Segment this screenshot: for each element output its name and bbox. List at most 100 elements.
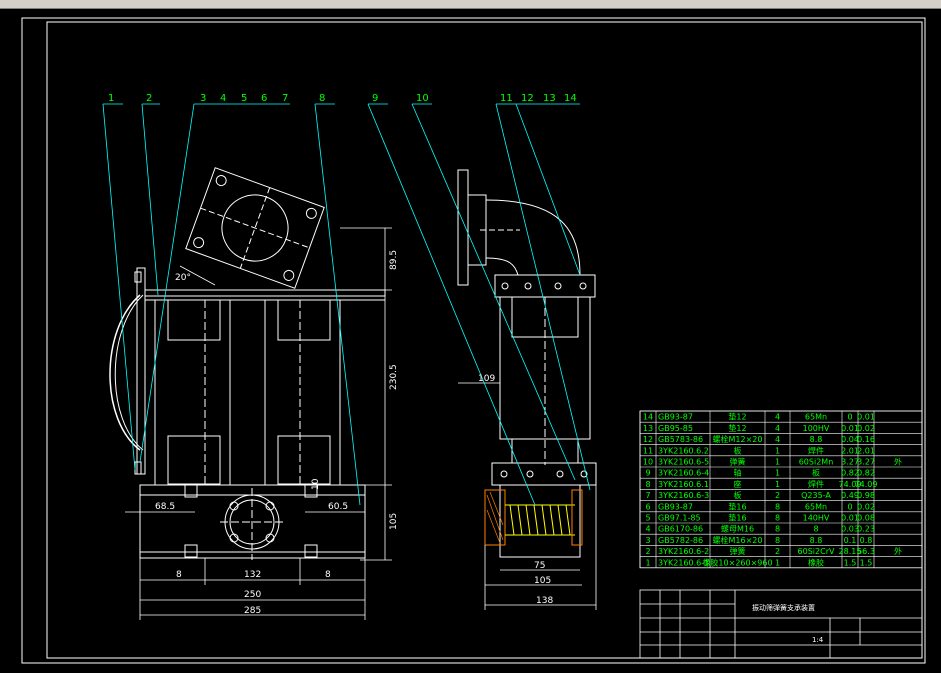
bom-cell-qty: 4	[775, 435, 780, 444]
bom-cell-material: 焊件	[808, 479, 824, 489]
part-label-13: 13	[543, 93, 556, 104]
bom-cell-qty: 1	[775, 446, 780, 455]
dim-left-gap: 8	[176, 570, 182, 580]
leader-lines	[102, 103, 591, 506]
bom-cell-qty: 1	[775, 558, 780, 567]
title-block	[639, 589, 923, 659]
drawing-scale: 1:4	[812, 636, 824, 644]
bom-cell-w2: 0.01	[857, 413, 875, 422]
part-label-3: 3	[200, 93, 206, 104]
cad-drawing: 1 2 3 4 5 6 7 8 9 10 11 12 13 14 20° 89.…	[21, 17, 926, 664]
bom-cell-name: 板	[734, 445, 742, 455]
drawing-title: 振动筛弹簧支承装置	[752, 603, 815, 612]
dim-angle: 20°	[175, 273, 191, 283]
toolbar-segment-2[interactable]	[385, 0, 535, 7]
title-bar	[0, 0, 941, 9]
dim-width-right: 60.5	[328, 502, 348, 512]
part-label-11: 11	[500, 93, 513, 104]
bom-cell-material: 65Mn	[805, 502, 827, 511]
bom-cell-qty: 4	[775, 424, 780, 433]
bom-cell-name: 座	[734, 479, 742, 489]
bom-cell-code: GB93-87	[658, 413, 693, 422]
part-label-9: 9	[372, 93, 378, 104]
bom-cell-w2: 0.23	[857, 525, 875, 534]
bom-cell-no: 2	[645, 547, 650, 556]
dimension-labels: 20° 89.5 230.5 68.5 60.5 105 10 8 132 8 …	[155, 250, 553, 616]
bom-cell-material: 8.8	[810, 536, 823, 545]
bom-cell-no: 4	[645, 525, 650, 534]
bom-cell-code: 3YK2160.6.2	[658, 446, 709, 455]
part-label-5: 5	[241, 93, 247, 104]
bom-cell-w2: 0.82	[857, 469, 875, 478]
part-label-6: 6	[261, 93, 267, 104]
bom-cell-code: 3YK2160.6-4	[658, 469, 709, 478]
dim-main: 230.5	[389, 364, 399, 390]
bom-cell-material: 140HV	[803, 514, 830, 523]
bom-cell-w2: 0.02	[857, 424, 875, 433]
bom-cell-name: 弹簧	[730, 457, 746, 467]
bom-cell-no: 6	[645, 502, 650, 511]
bom-cell-material: 100HV	[803, 424, 830, 433]
bom-cell-material: 板	[812, 468, 820, 478]
bom-cell-code: GB5782-86	[658, 536, 703, 545]
part-label-10: 10	[416, 93, 429, 104]
bom-cell-qty: 8	[775, 502, 780, 511]
bom-cell-name: 垫16	[728, 501, 746, 511]
part-label-14: 14	[564, 93, 577, 104]
bom-cell-material: 65Mn	[805, 413, 827, 422]
dim-width-left: 68.5	[155, 502, 175, 512]
bom-cell-no: 10	[643, 458, 653, 467]
dim-upper: 89.5	[389, 250, 399, 270]
bom-cell-name: 橡胶10×260×960	[702, 557, 772, 567]
bom-cell-w2: 2.01	[857, 446, 875, 455]
bom-cell-name: 垫16	[728, 513, 746, 523]
bom-cell-w2: 74.09	[855, 480, 878, 489]
bom-cell-code: GB93-87	[658, 502, 693, 511]
drawing-canvas[interactable]: 1 2 3 4 5 6 7 8 9 10 11 12 13 14 20° 89.…	[0, 9, 941, 673]
bom-cell-w2: 0.08	[857, 514, 875, 523]
title-block-text: 振动筛弹簧支承装置 1:4	[752, 603, 824, 644]
bom-cell-qty: 1	[775, 458, 780, 467]
bom-cell-w2: 3.27	[857, 458, 875, 467]
bom-cell-code: GB5783-86	[658, 435, 703, 444]
toolbar-segment-1[interactable]	[0, 0, 380, 7]
dim-75: 75	[534, 561, 545, 571]
bom-cell-material: 焊件	[808, 445, 824, 455]
dim-right-gap: 8	[325, 570, 331, 580]
bom-cell-qty: 8	[775, 514, 780, 523]
bom-cell-code: 3YK2160.6.1	[658, 480, 709, 489]
flange-plate	[185, 167, 325, 289]
bom-cell-code: 3YK2160.6-2	[658, 547, 709, 556]
part-label-2: 2	[146, 93, 152, 104]
bom-cell-w2: 0.16	[857, 435, 875, 444]
bom-cell-w1: 0	[847, 413, 852, 422]
dim-138: 138	[536, 596, 553, 606]
part-label-4: 4	[220, 93, 226, 104]
bom-cell-qty: 4	[775, 413, 780, 422]
bom-cell-w2: 56.3	[857, 547, 875, 556]
bom-cell-code: 3YK2160.6-5	[658, 458, 709, 467]
bom-cell-name: 螺栓M12×20	[713, 434, 763, 444]
bom-cell-note: 外	[894, 457, 902, 467]
bom-cell-material: 60Si2Mn	[799, 458, 834, 467]
bom-cell-code: GB97.1-85	[658, 514, 701, 523]
bom-cell-w1: 0	[847, 502, 852, 511]
toolbar-segment-4[interactable]	[840, 0, 940, 7]
toolbar-segment-3[interactable]	[540, 0, 700, 7]
dim-285: 285	[244, 606, 261, 616]
part-label-12: 12	[521, 93, 534, 104]
bom-cell-no: 13	[643, 424, 653, 433]
bom-cell-name: 轴	[734, 468, 742, 478]
bom-cell-name: 垫12	[728, 423, 746, 433]
bom-cell-code: GB6170-86	[658, 525, 703, 534]
dim-250: 250	[244, 590, 261, 600]
part-label-1: 1	[108, 93, 114, 104]
part-number-labels: 1 2 3 4 5 6 7 8 9 10 11 12 13 14	[108, 93, 577, 104]
bom-cell-no: 1	[645, 558, 650, 567]
bom-cell-qty: 8	[775, 525, 780, 534]
bom-cell-w2: 0.02	[857, 502, 875, 511]
bom-cell-no: 12	[643, 435, 653, 444]
bom-cell-w2: 0.8	[860, 536, 873, 545]
side-view	[457, 169, 597, 558]
drawing-outer-border	[21, 17, 926, 664]
